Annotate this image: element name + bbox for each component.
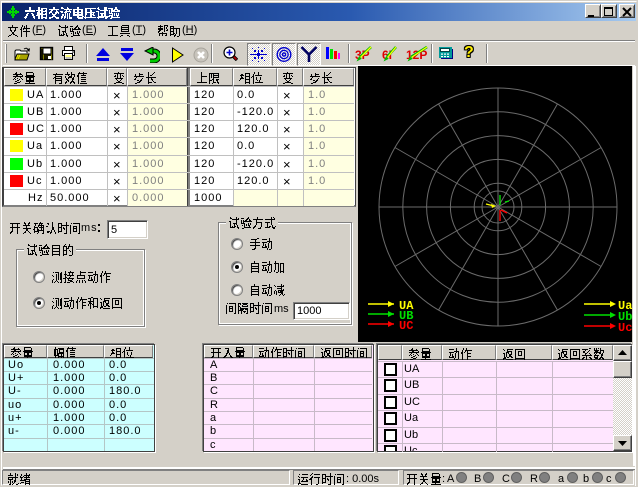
svg-text:Uc: Uc: [618, 321, 632, 335]
svg-text:UC: UC: [399, 319, 413, 333]
